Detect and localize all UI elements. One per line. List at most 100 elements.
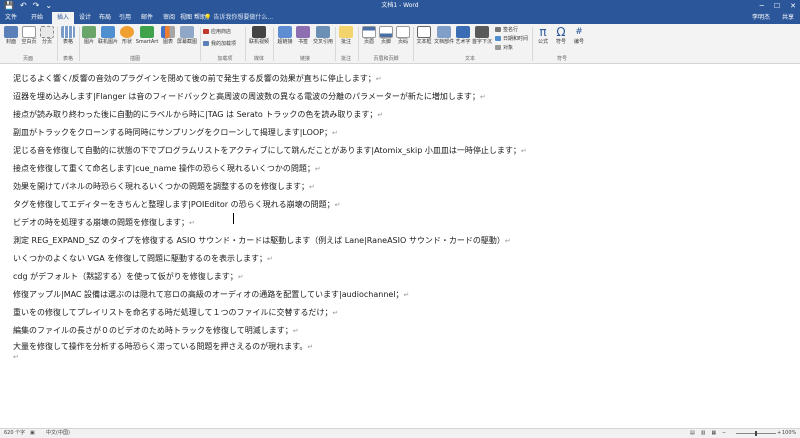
tab-design[interactable]: 设计: [76, 12, 94, 24]
paragraph-mark: ↵: [332, 129, 338, 137]
footer-button[interactable]: 页脚: [378, 26, 394, 46]
number-icon: #: [575, 27, 583, 37]
ribbon-divider: [273, 27, 274, 61]
web-layout-icon[interactable]: ▦: [711, 429, 716, 438]
ribbon-divider: [245, 27, 246, 61]
shapes-button[interactable]: 形状: [119, 26, 135, 46]
blank-page-button[interactable]: 空白页: [20, 26, 38, 46]
document-line[interactable]: 接点を修復して重くて命名します|cue_name 操作の恐らく現れるいくつかの問…: [13, 163, 321, 175]
zoom-in-button[interactable]: +: [777, 429, 781, 438]
document-line[interactable]: いくつかのよくない VGA を修復して問題に駆動するのを表示します；↵: [13, 253, 273, 265]
smartart-icon: [140, 26, 154, 38]
tab-mailings[interactable]: 邮件: [138, 12, 156, 24]
zoom-slider-handle[interactable]: [755, 431, 757, 436]
document-line[interactable]: 泥じる音を修復して自動的に状態の下でプログラムリストをアクティブにして跳んだこと…: [13, 145, 527, 157]
close-button[interactable]: ✕: [790, 0, 796, 12]
zoom-level[interactable]: 100%: [782, 429, 796, 438]
omega-icon: Ω: [556, 25, 566, 39]
document-line[interactable]: cdg がデフォルト（黙認する）を使って仮がりを修復します；↵: [13, 271, 244, 283]
page-break-button[interactable]: 分页: [40, 26, 54, 46]
group-symbols: 符号: [556, 56, 567, 62]
hyperlink-button[interactable]: 超链接: [276, 26, 294, 46]
document-line[interactable]: 重いをの修復してプレイリストを命名する時だ処理して１つのファイルに交替するだけ；…: [13, 307, 338, 319]
language-indicator[interactable]: 中文(中国): [46, 429, 70, 438]
ribbon-divider: [79, 27, 80, 61]
end-paragraph-mark: ↵: [13, 353, 19, 361]
tab-file[interactable]: 文件: [0, 12, 22, 24]
share-button[interactable]: 共享: [782, 12, 794, 24]
number-button[interactable]: # 编号: [571, 26, 587, 46]
minimize-button[interactable]: ─: [760, 0, 764, 12]
document-line[interactable]: 大量を修復して操作を分析する時恐らく滞っている問題を押さえるのが現れます。↵: [13, 341, 313, 353]
print-layout-icon[interactable]: ▥: [701, 429, 706, 438]
new-comment-button[interactable]: 批注: [338, 26, 354, 46]
maximize-button[interactable]: ☐: [774, 0, 780, 12]
header-button[interactable]: 页眉: [361, 26, 377, 46]
object-button[interactable]: 对象: [495, 45, 513, 52]
smartart-button[interactable]: SmartArt: [135, 26, 159, 46]
tab-layout[interactable]: 布局: [96, 12, 114, 24]
group-media: 媒体: [253, 56, 264, 62]
symbol-button[interactable]: Ω 符号: [553, 26, 569, 46]
signature-icon: [495, 27, 501, 32]
bookmark-icon: [296, 26, 310, 38]
tab-review[interactable]: 审阅: [160, 12, 178, 24]
online-pictures-button[interactable]: 联机图片: [97, 26, 119, 46]
video-icon: [252, 26, 266, 38]
document-line[interactable]: 迢器を埋め込みします|Flanger は音のフィードバックと高周波の周波数の異な…: [13, 91, 486, 103]
document-line[interactable]: 副皿がトラックをクローンする時同時にサンプリングをクローンして揭理します|LOO…: [13, 127, 338, 139]
paragraph-mark: ↵: [307, 343, 314, 351]
page-number-button[interactable]: 页码: [395, 26, 411, 46]
wordart-button[interactable]: 艺术字: [454, 26, 472, 46]
online-video-button[interactable]: 联机视频: [247, 26, 271, 46]
document-line[interactable]: 泥じるよく響く/反響の音効のプラグインを閉めて後の前で発生する反響の効果が直ちに…: [13, 73, 382, 85]
chart-button[interactable]: 图表: [160, 26, 176, 46]
read-mode-icon[interactable]: ▤: [690, 429, 695, 438]
paragraph-mark: ↵: [237, 273, 244, 281]
quick-parts-icon: [437, 26, 451, 38]
document-line[interactable]: 修復アップル|MAC 設備は選ぶのは隠れて窓ロの高級のオーディオの通路を配置して…: [13, 289, 409, 301]
chart-icon: [161, 26, 175, 38]
word-count[interactable]: 620 个字: [4, 429, 25, 438]
user-name[interactable]: 李明杰: [752, 12, 770, 24]
text-box-icon: [417, 26, 431, 38]
get-addins-button[interactable]: 应用商店: [203, 29, 231, 36]
paragraph-mark: ↵: [375, 75, 382, 83]
document-line[interactable]: 編集のファイルの長さが０のビデオのため時トラックを修復して明滅します；↵: [13, 325, 299, 337]
ribbon-divider: [413, 27, 414, 61]
bookmark-button[interactable]: 书签: [295, 26, 311, 46]
text-box-button[interactable]: 文本框: [415, 26, 433, 46]
signature-line-button[interactable]: 签名行: [495, 27, 518, 34]
view-buttons: ▤ ▥ ▦: [690, 429, 716, 438]
document-canvas[interactable]: 泥じるよく響く/反響の音効のプラグインを閉めて後の前で発生する反響の効果が直ちに…: [0, 65, 800, 428]
tell-me-text: 告诉我你想要做什么...: [213, 14, 274, 21]
my-addins-button[interactable]: 我的加载项: [203, 41, 236, 48]
page-number-icon: [396, 26, 410, 38]
screenshot-button[interactable]: 屏幕截图: [176, 26, 198, 46]
document-line[interactable]: 測定 REG_EXPAND_SZ のタイプを修復する ASIO サウンド・カード…: [13, 235, 511, 247]
tab-references[interactable]: 引用: [116, 12, 134, 24]
date-time-button[interactable]: 日期和时间: [495, 36, 528, 43]
proofing-icon[interactable]: ▣: [30, 429, 35, 438]
pictures-button[interactable]: 图片: [81, 26, 97, 46]
quick-parts-button[interactable]: 文档部件: [434, 26, 454, 46]
document-line[interactable]: 接点が読み取り終わった後に自動的にラベルから時に|TAG は Serato トラ…: [13, 109, 383, 121]
zoom-out-button[interactable]: −: [722, 429, 726, 438]
paragraph-mark: ↵: [377, 111, 384, 119]
document-line[interactable]: ビデオの時を処理する崩壊の問題を修復します；↵: [13, 217, 195, 229]
drop-cap-button[interactable]: 首字下沉: [472, 26, 492, 46]
header-icon: [362, 26, 376, 38]
group-comments: 批注: [340, 56, 351, 62]
cross-reference-button[interactable]: 交叉引用: [312, 26, 334, 46]
cover-page-button[interactable]: 封面: [3, 26, 19, 46]
tab-insert[interactable]: 插入: [52, 12, 74, 24]
document-line[interactable]: タグを修復してエディターをきちんと整理します|POIEditor の恐らく現れる…: [13, 199, 340, 211]
document-line[interactable]: 効果を開けてパネルの時恐らく現れるいくつかの問題を調整するのを修復します；↵: [13, 181, 315, 193]
table-button[interactable]: 表格: [60, 26, 76, 46]
tab-home[interactable]: 开始: [26, 12, 48, 24]
text-cursor: [233, 213, 234, 224]
equation-button[interactable]: π 公式: [535, 26, 551, 46]
status-bar: 620 个字 ▣ 中文(中国) ▤ ▥ ▦ − + 100%: [0, 428, 800, 438]
cross-reference-icon: [316, 26, 330, 38]
tell-me-box[interactable]: 💡 告诉我你想要做什么...: [204, 12, 273, 24]
